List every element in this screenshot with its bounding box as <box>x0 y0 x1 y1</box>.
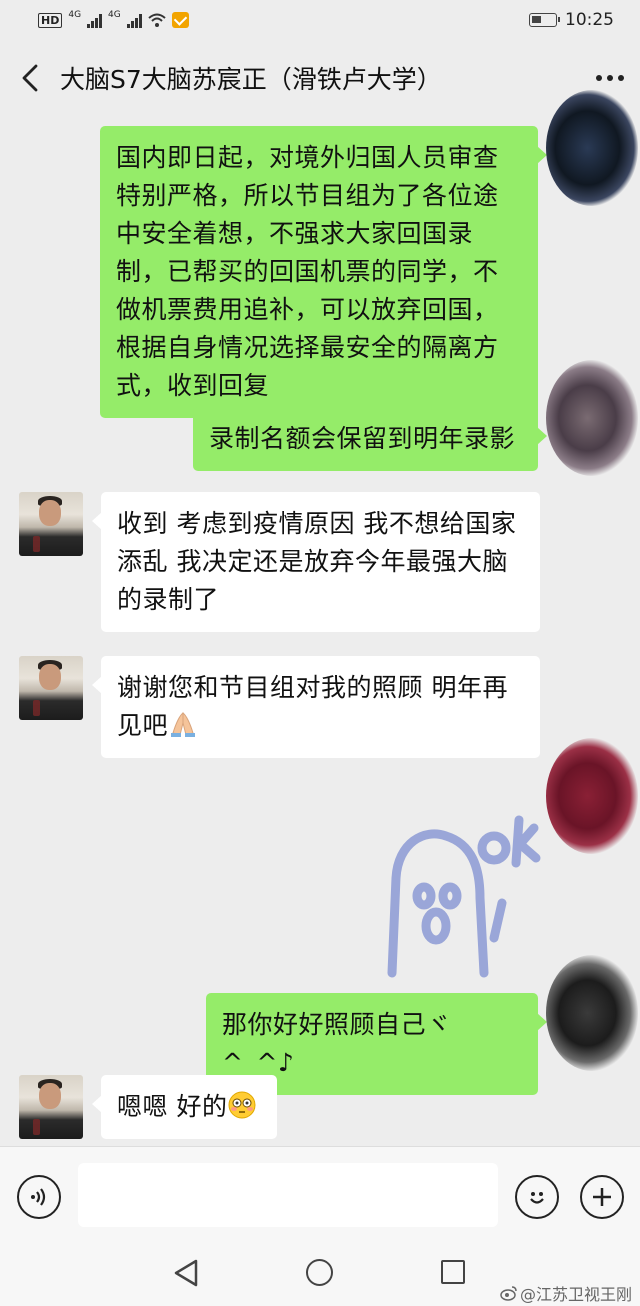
praying-hands-icon <box>171 712 196 737</box>
status-bar: HD 4G 4G 10:25 <box>0 0 640 40</box>
emoji-icon <box>530 1192 544 1204</box>
message-bubble-incoming[interactable]: 谢谢您和节目组对我的照顾 明年再见吧 <box>92 656 540 758</box>
message-bubble-incoming[interactable]: 嗯嗯 好的 <box>92 1075 277 1139</box>
chevron-left-icon <box>22 64 38 92</box>
message-bubble-outgoing[interactable]: 国内即日起，对境外归国人员审查特别严格，所以节目组为了各位途中安全着想，不强求大… <box>100 126 547 418</box>
status-right: 10:25 <box>529 10 614 30</box>
status-time: 10:25 <box>565 10 614 30</box>
mail-icon <box>171 12 189 28</box>
avatar-self[interactable] <box>546 360 638 476</box>
ok-ghost-sticker[interactable] <box>384 808 544 978</box>
chat-title: 大脑S7大脑苏宸正（滑铁卢大学） <box>60 65 442 94</box>
watermark: @江苏卫视王刚 <box>500 1281 632 1305</box>
nav-back-icon[interactable] <box>172 1258 200 1288</box>
signal-icon-2 <box>126 13 142 28</box>
watermark-text: @江苏卫视王刚 <box>520 1285 633 1304</box>
wifi-icon <box>148 13 166 27</box>
avatar-self[interactable] <box>546 955 638 1071</box>
flushed-face-icon <box>228 1091 256 1119</box>
voice-button[interactable] <box>17 1175 61 1219</box>
battery-icon <box>529 13 560 27</box>
nav-home-icon[interactable] <box>306 1259 333 1286</box>
avatar-contact[interactable] <box>19 492 83 556</box>
back-button[interactable] <box>0 40 60 116</box>
avatar-contact[interactable] <box>19 1075 83 1139</box>
message-text: 嗯嗯 好的 <box>117 1092 228 1121</box>
plus-button[interactable] <box>580 1175 624 1219</box>
hd-badge: HD <box>38 12 63 28</box>
avatar-self[interactable] <box>546 90 638 206</box>
chat-header: 大脑S7大脑苏宸正（滑铁卢大学） <box>0 40 640 116</box>
voice-icon <box>31 1188 46 1206</box>
emoji-button[interactable] <box>515 1175 559 1219</box>
weibo-icon <box>500 1286 517 1301</box>
network-label-2: 4G <box>108 9 121 20</box>
message-input[interactable] <box>78 1163 498 1227</box>
status-left: HD 4G 4G <box>38 9 189 28</box>
avatar-contact[interactable] <box>19 656 83 720</box>
more-dots-icon <box>596 75 602 81</box>
plus-icon <box>593 1188 611 1206</box>
signal-icon <box>87 13 103 28</box>
avatar-self[interactable] <box>546 738 638 854</box>
message-bubble-outgoing[interactable]: 录制名额会保留到明年录影 <box>193 407 547 471</box>
nav-recent-icon[interactable] <box>441 1260 465 1284</box>
chat-input-bar <box>0 1146 640 1244</box>
message-bubble-incoming[interactable]: 收到 考虑到疫情原因 我不想给国家添乱 我决定还是放弃今年最强大脑的录制了 <box>92 492 540 632</box>
network-label-1: 4G <box>68 9 82 20</box>
